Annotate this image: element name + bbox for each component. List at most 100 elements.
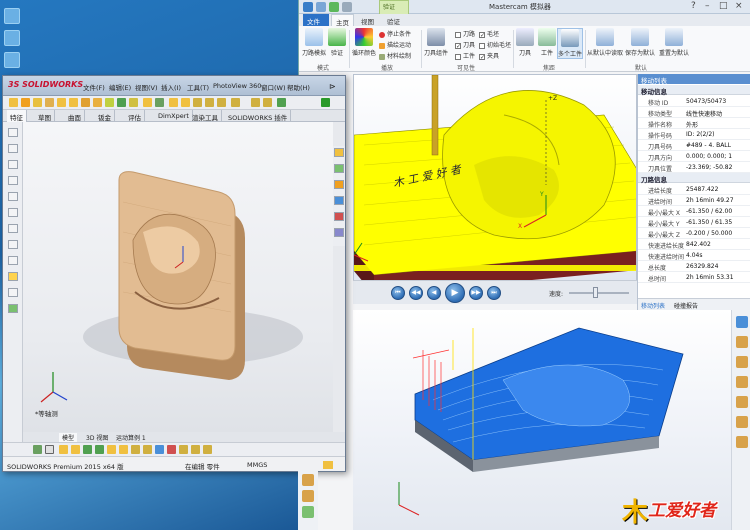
resources-icon[interactable]: [334, 148, 344, 157]
tab-view[interactable]: 视图: [357, 14, 378, 26]
redo-icon[interactable]: [69, 98, 78, 107]
desktop-icon[interactable]: [4, 52, 20, 68]
tree-item-icon[interactable]: [8, 240, 18, 249]
tree-item-icon[interactable]: [8, 256, 18, 265]
panel-row[interactable]: 刀具号码 #489 - 4. BALL: [638, 140, 750, 151]
minimize-icon[interactable]: –: [705, 1, 710, 11]
tree-item-icon[interactable]: [8, 224, 18, 233]
instant3d-icon[interactable]: [217, 98, 226, 107]
offset-icon[interactable]: [131, 445, 140, 454]
status-units[interactable]: MMGS: [247, 461, 267, 469]
section-icon[interactable]: [251, 98, 260, 107]
panel-row[interactable]: 操作名称 外形: [638, 118, 750, 129]
panel-row[interactable]: 快速进给时间 4.04s: [638, 250, 750, 261]
tab-sheet-metal[interactable]: 钣金: [95, 110, 115, 122]
appearances-icon[interactable]: [334, 212, 344, 221]
smart-dim-icon[interactable]: [143, 98, 152, 107]
panel-row[interactable]: 进给时间 2h 16min 49.27: [638, 195, 750, 206]
tab-motion-study[interactable]: 运动算例 1: [113, 433, 149, 442]
speed-slider-thumb[interactable]: [593, 287, 598, 298]
tree-item-icon[interactable]: [8, 208, 18, 217]
custom-props-icon[interactable]: [334, 228, 344, 237]
tab-file[interactable]: 文件: [303, 14, 329, 26]
reset-from-default-button[interactable]: 从默认中读取: [587, 28, 623, 57]
spline-icon[interactable]: [107, 445, 116, 454]
menu-window[interactable]: 窗口(W): [261, 82, 286, 92]
dimxpert-icon[interactable]: [8, 176, 18, 185]
cursor-icon[interactable]: [45, 445, 54, 454]
ref-geom-icon[interactable]: [193, 98, 202, 107]
file-explorer-icon[interactable]: [334, 180, 344, 189]
tab-render-tools[interactable]: 渲染工具: [189, 110, 222, 122]
select-icon[interactable]: [33, 445, 42, 454]
grid-icon[interactable]: [155, 98, 164, 107]
desktop-icon[interactable]: [4, 8, 20, 24]
desktop-icon[interactable]: [4, 30, 20, 46]
panel-row[interactable]: 总时间 2h 16min 53.31: [638, 272, 750, 283]
panel-row[interactable]: 总长度 26329.824: [638, 261, 750, 272]
skip-start-button[interactable]: ⏮: [391, 286, 405, 300]
maximize-icon[interactable]: □: [719, 1, 728, 11]
cb-init-blank[interactable]: 初始毛坯: [479, 40, 511, 49]
section-move-info[interactable]: 移动信息: [638, 85, 750, 96]
reset-to-default-button[interactable]: 重置为默认: [657, 28, 691, 57]
run-icon[interactable]: [321, 98, 330, 107]
speed-slider-track[interactable]: [569, 292, 629, 294]
step-forward-button[interactable]: ▶▶: [469, 286, 483, 300]
dropdown-icon[interactable]: [342, 2, 352, 12]
cb-holder[interactable]: ✓ 夹具: [479, 51, 499, 60]
property-icon[interactable]: [8, 144, 18, 153]
graphics-area[interactable]: *等轴测: [23, 122, 333, 432]
menu-file[interactable]: 文件(F): [83, 82, 105, 92]
panel-row[interactable]: 移动 ID 50473/50473: [638, 96, 750, 107]
view-icon[interactable]: [302, 474, 314, 486]
panel-row[interactable]: 刀具方向 0.000; 0.000; 1: [638, 151, 750, 162]
panel-row[interactable]: 最小/最大 Y -61.350 / 61.35: [638, 217, 750, 228]
help-icon[interactable]: ?: [691, 1, 696, 11]
display-manager-icon[interactable]: [8, 192, 18, 201]
open-icon[interactable]: [21, 98, 30, 107]
rebuild-status-icon[interactable]: [323, 461, 333, 469]
view-icon[interactable]: [302, 506, 314, 518]
panel-row[interactable]: 移动类型 线性快速移动: [638, 107, 750, 118]
tab-surfaces[interactable]: 曲面: [65, 110, 85, 122]
line-icon[interactable]: [59, 445, 68, 454]
print-icon[interactable]: [45, 98, 54, 107]
rectangle-icon[interactable]: [71, 445, 80, 454]
arc-icon[interactable]: [95, 445, 104, 454]
plane-icon[interactable]: [8, 288, 18, 297]
cb-workpiece[interactable]: 工件: [455, 51, 475, 60]
tab-evaluate[interactable]: 评估: [125, 110, 145, 122]
menu-tools[interactable]: 工具(T): [187, 82, 209, 92]
config-icon[interactable]: [8, 160, 18, 169]
tab-addins[interactable]: SOLIDWORKS 插件: [225, 110, 292, 122]
design-library-icon[interactable]: [334, 164, 344, 173]
save-icon[interactable]: [33, 98, 42, 107]
cb-blank[interactable]: ✓ 毛坯: [479, 29, 499, 38]
save-as-default-button[interactable]: 保存为默认: [623, 28, 657, 57]
pan-icon[interactable]: [736, 336, 748, 348]
view-front-icon[interactable]: [736, 416, 748, 428]
pattern-icon[interactable]: [181, 98, 190, 107]
display-icon[interactable]: [231, 98, 240, 107]
panel-row[interactable]: 最小/最大 X -61.350 / 62.00: [638, 206, 750, 217]
tab-features[interactable]: 特征: [7, 110, 27, 122]
multi-workpiece-button[interactable]: 多个工件: [557, 28, 583, 59]
panel-row[interactable]: 操作号码 ID: 2(2/2): [638, 129, 750, 140]
zoom-icon[interactable]: [736, 356, 748, 368]
select-icon[interactable]: [81, 98, 90, 107]
pin-icon[interactable]: ⊳: [329, 82, 336, 91]
panel-row[interactable]: 快速进给长度 842.402: [638, 239, 750, 250]
curves-icon[interactable]: [205, 98, 214, 107]
step-back-button[interactable]: ◀◀: [409, 286, 423, 300]
fit-icon[interactable]: [736, 376, 748, 388]
simulation-viewport[interactable]: 木 工 爱 好 者 +Z X Y: [353, 74, 637, 304]
tab-dimxpert[interactable]: DimXpert: [155, 110, 193, 122]
play-button[interactable]: ▶: [445, 283, 465, 303]
view-top-icon[interactable]: [736, 396, 748, 408]
rebuild-icon[interactable]: [93, 98, 102, 107]
check-icon[interactable]: [329, 2, 339, 12]
menu-help[interactable]: 帮助(H): [287, 82, 310, 92]
repair-icon[interactable]: [167, 445, 176, 454]
mirror-icon[interactable]: [169, 98, 178, 107]
